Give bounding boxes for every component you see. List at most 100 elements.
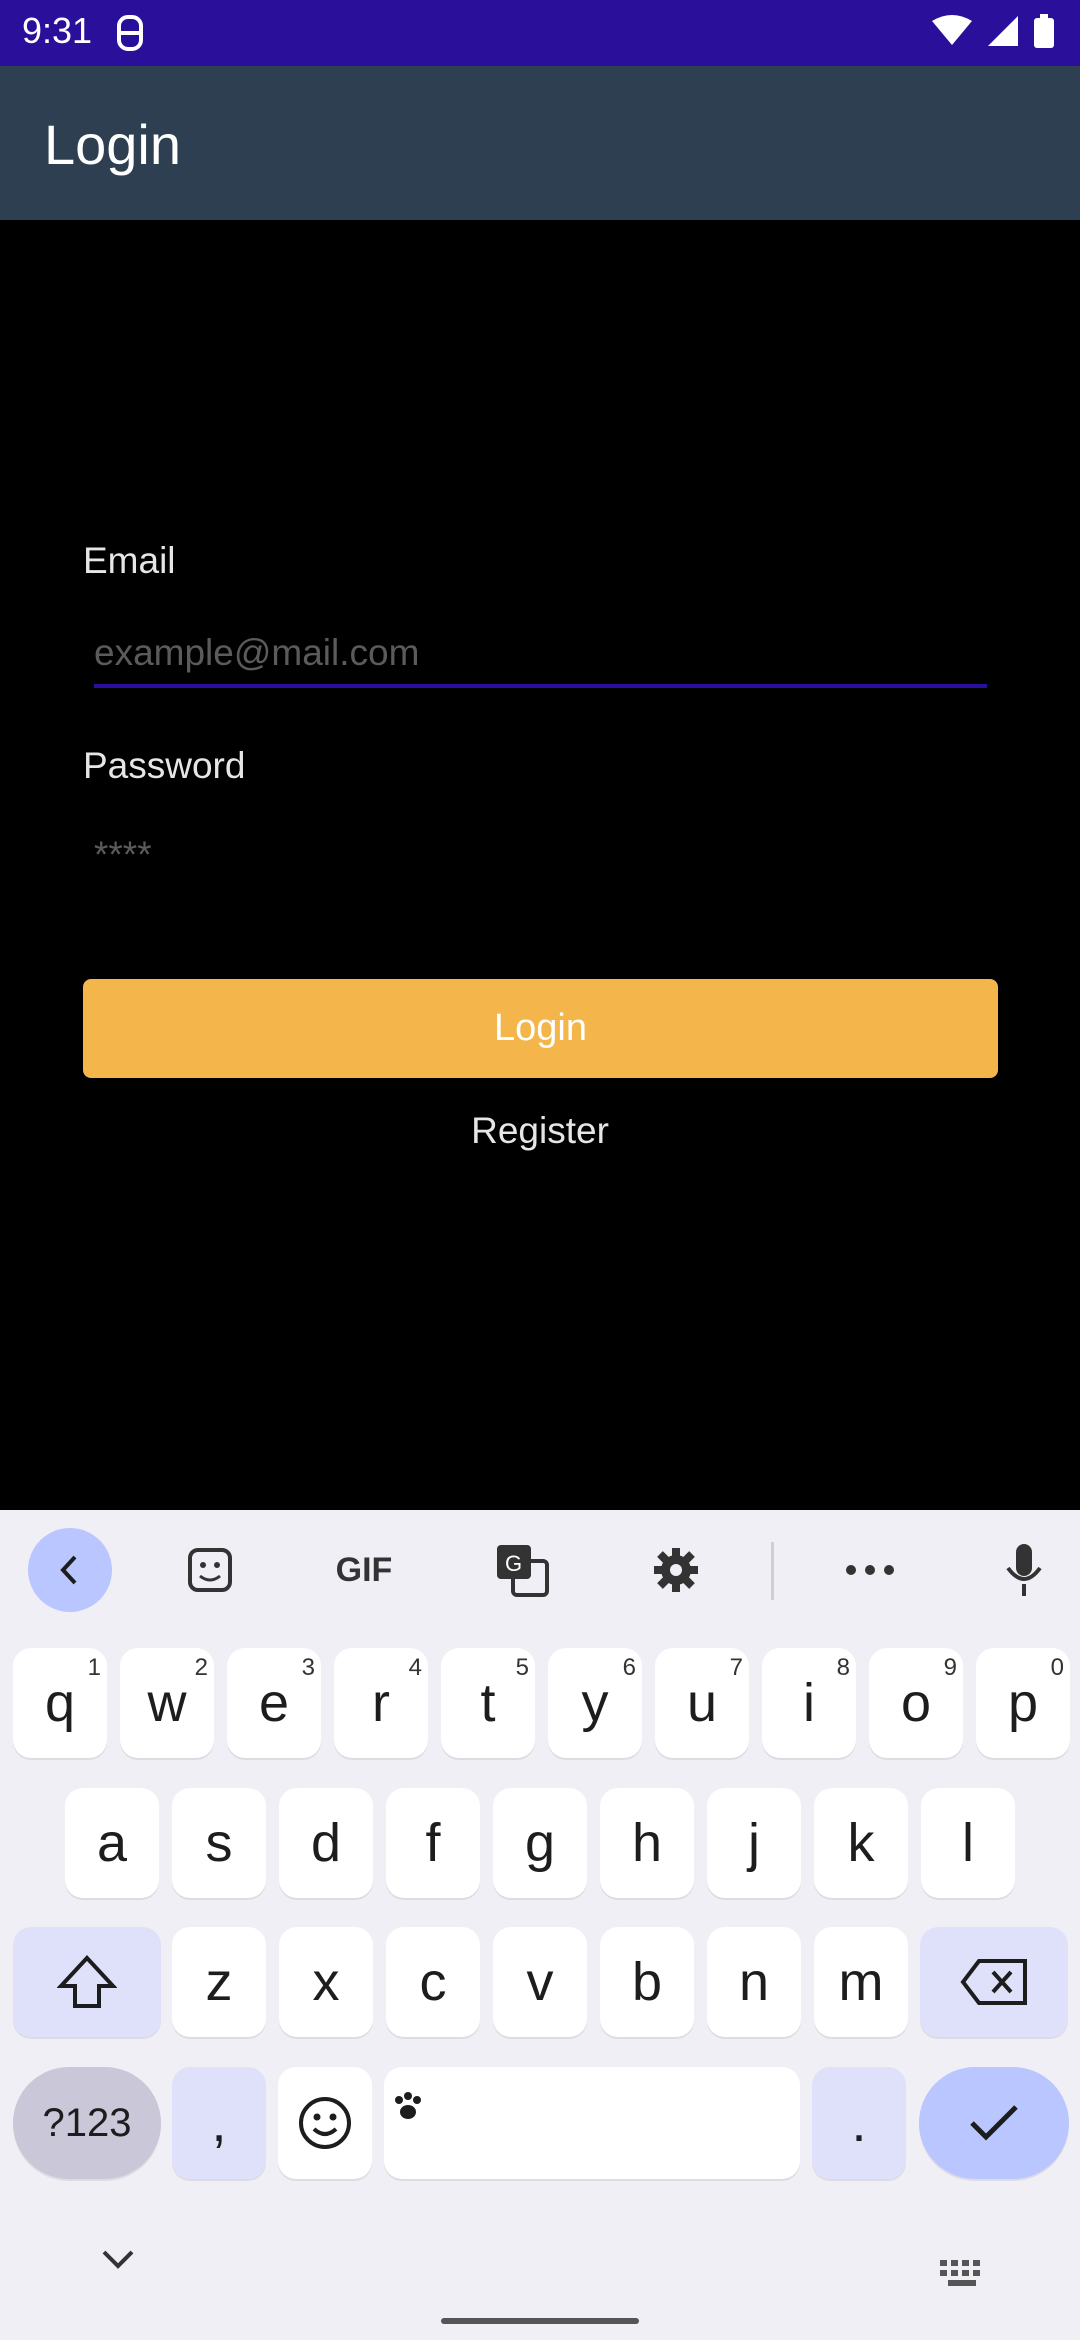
toolbar-divider bbox=[771, 1542, 774, 1600]
key-p[interactable]: p0 bbox=[976, 1648, 1070, 1758]
key-l[interactable]: l bbox=[921, 1788, 1015, 1898]
key-label: t bbox=[480, 1673, 496, 1733]
key-n[interactable]: n bbox=[707, 1927, 801, 2037]
status-bar: 9:31 bbox=[0, 0, 1080, 66]
key-a[interactable]: a bbox=[65, 1788, 159, 1898]
back-icon[interactable] bbox=[28, 1528, 112, 1612]
key-hint: 8 bbox=[836, 1654, 850, 1681]
enter-key[interactable] bbox=[919, 2067, 1069, 2179]
key-hint: 2 bbox=[194, 1654, 208, 1681]
password-field[interactable] bbox=[94, 825, 987, 885]
key-r[interactable]: r4 bbox=[334, 1648, 428, 1758]
register-link[interactable]: Register bbox=[0, 1110, 1080, 1152]
key-label: b bbox=[631, 1952, 663, 2012]
chevron-down-icon[interactable] bbox=[98, 2248, 138, 2277]
email-underline bbox=[94, 684, 987, 688]
key-label: m bbox=[838, 1952, 884, 2012]
keyboard-switch-icon[interactable] bbox=[938, 2258, 988, 2293]
key-label: s bbox=[205, 1813, 233, 1873]
key-label: d bbox=[310, 1813, 342, 1873]
key-label: x bbox=[312, 1952, 340, 2012]
key-hint: 0 bbox=[1050, 1654, 1064, 1681]
notification-icon bbox=[116, 15, 144, 56]
period-key[interactable]: . bbox=[812, 2067, 906, 2179]
sticker-icon[interactable] bbox=[168, 1528, 252, 1612]
key-b[interactable]: b bbox=[600, 1927, 694, 2037]
key-label: w bbox=[147, 1673, 187, 1733]
mic-icon[interactable] bbox=[982, 1528, 1066, 1612]
space-key[interactable] bbox=[384, 2067, 800, 2179]
key-label: y bbox=[581, 1673, 609, 1733]
key-label: c bbox=[419, 1952, 447, 2012]
key-t[interactable]: t5 bbox=[441, 1648, 535, 1758]
key-u[interactable]: u7 bbox=[655, 1648, 749, 1758]
key-q[interactable]: q1 bbox=[13, 1648, 107, 1758]
key-j[interactable]: j bbox=[707, 1788, 801, 1898]
key-hint: 3 bbox=[301, 1654, 315, 1681]
key-label: l bbox=[962, 1813, 974, 1873]
email-field[interactable] bbox=[94, 623, 987, 683]
key-label: o bbox=[900, 1673, 932, 1733]
key-hint: 4 bbox=[408, 1654, 422, 1681]
translate-icon[interactable]: G bbox=[480, 1528, 564, 1612]
key-h[interactable]: h bbox=[600, 1788, 694, 1898]
backspace-key[interactable] bbox=[920, 1927, 1068, 2037]
key-v[interactable]: v bbox=[493, 1927, 587, 2037]
key-label: n bbox=[738, 1952, 770, 2012]
key-label: a bbox=[96, 1813, 128, 1873]
email-label: Email bbox=[83, 540, 176, 581]
key-i[interactable]: i8 bbox=[762, 1648, 856, 1758]
status-time: 9:31 bbox=[22, 10, 93, 51]
key-k[interactable]: k bbox=[814, 1788, 908, 1898]
key-f[interactable]: f bbox=[386, 1788, 480, 1898]
shift-key[interactable] bbox=[13, 1927, 161, 2037]
key-label: k bbox=[847, 1813, 875, 1873]
signal-icon bbox=[986, 14, 1020, 53]
key-g[interactable]: g bbox=[493, 1788, 587, 1898]
key-label: r bbox=[372, 1673, 390, 1733]
key-label: z bbox=[205, 1952, 233, 2012]
emoji-key[interactable] bbox=[278, 2067, 372, 2179]
wifi-icon bbox=[932, 15, 972, 52]
key-label: p bbox=[1007, 1673, 1039, 1733]
key-hint: 5 bbox=[515, 1654, 529, 1681]
key-label: j bbox=[748, 1813, 760, 1873]
key-label: e bbox=[258, 1673, 290, 1733]
key-label: v bbox=[526, 1952, 554, 2012]
key-o[interactable]: o9 bbox=[869, 1648, 963, 1758]
key-e[interactable]: e3 bbox=[227, 1648, 321, 1758]
key-label: q bbox=[44, 1673, 76, 1733]
password-label: Password bbox=[83, 745, 246, 786]
key-label: i bbox=[803, 1673, 815, 1733]
key-x[interactable]: x bbox=[279, 1927, 373, 2037]
key-y[interactable]: y6 bbox=[548, 1648, 642, 1758]
svg-text:G: G bbox=[505, 1551, 522, 1576]
key-hint: 7 bbox=[729, 1654, 743, 1681]
key-m[interactable]: m bbox=[814, 1927, 908, 2037]
key-label: u bbox=[686, 1673, 718, 1733]
key-label: g bbox=[524, 1813, 556, 1873]
page-title: Login bbox=[44, 113, 182, 176]
gif-icon[interactable]: GIF bbox=[322, 1528, 406, 1612]
app-bar: Login bbox=[0, 66, 1080, 220]
login-button[interactable]: Login bbox=[83, 979, 998, 1078]
key-hint: 1 bbox=[87, 1654, 101, 1681]
keyboard: GIF G ?123 , . q1w2e3r4t5y6u7i8o9p0asdfg bbox=[0, 1510, 1080, 2340]
login-form: Email Password Login Register bbox=[0, 220, 1080, 1510]
key-s[interactable]: s bbox=[172, 1788, 266, 1898]
more-icon[interactable] bbox=[828, 1528, 912, 1612]
keyboard-toolbar: GIF G bbox=[0, 1510, 1080, 1630]
key-hint: 9 bbox=[943, 1654, 957, 1681]
numbers-key[interactable]: ?123 bbox=[13, 2067, 161, 2179]
key-hint: 6 bbox=[622, 1654, 636, 1681]
key-c[interactable]: c bbox=[386, 1927, 480, 2037]
paw-icon bbox=[392, 2073, 426, 2135]
battery-icon bbox=[1034, 14, 1054, 53]
key-label: f bbox=[425, 1813, 441, 1873]
key-d[interactable]: d bbox=[279, 1788, 373, 1898]
key-z[interactable]: z bbox=[172, 1927, 266, 2037]
gear-icon[interactable] bbox=[634, 1528, 718, 1612]
comma-key[interactable]: , bbox=[172, 2067, 266, 2179]
key-w[interactable]: w2 bbox=[120, 1648, 214, 1758]
home-handle[interactable] bbox=[441, 2318, 639, 2324]
